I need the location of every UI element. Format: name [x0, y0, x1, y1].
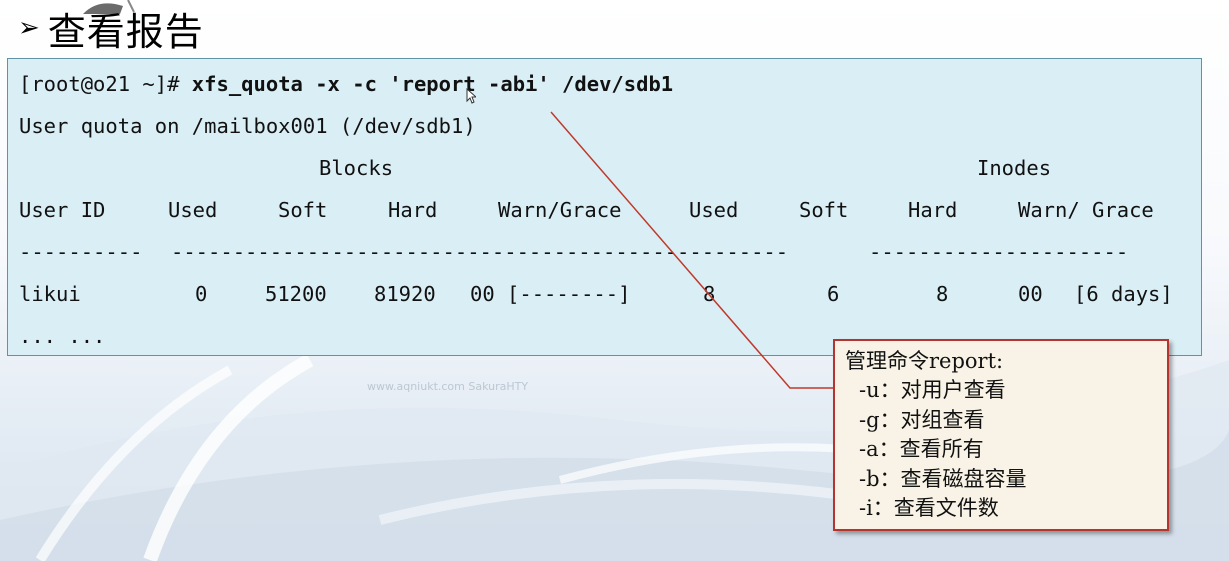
note-item-g: -g：对组查看 — [859, 407, 985, 432]
bullet-arrow-icon: ➢ — [18, 13, 40, 43]
row-blocks-hard: 81920 — [374, 282, 436, 306]
header-inodes-hard: Hard — [908, 198, 958, 222]
shell-prompt: [root@o21 ~]# — [19, 72, 192, 96]
page-title: 查看报告 — [47, 9, 204, 54]
row-inodes-hard: 8 — [936, 282, 949, 306]
header-inodes-soft: Soft — [799, 198, 849, 222]
header-blocks-soft: Soft — [278, 198, 328, 222]
quota-heading: User quota on /mailbox001 (/dev/sdb1) — [19, 114, 476, 138]
row-blocks-warn-grace: 00 [--------] — [470, 282, 631, 306]
note-item-a: -a：查看所有 — [859, 437, 984, 461]
watermark: www.aqniukt.com SakuraHTY — [367, 380, 529, 393]
row-blocks-soft: 51200 — [265, 282, 327, 306]
separator-user: ---------- — [19, 240, 143, 264]
note-item-i: -i：查看文件数 — [859, 496, 999, 520]
separator-inodes: --------------------- — [869, 240, 1129, 264]
header-blocks-used: Used — [168, 198, 218, 222]
header-blocks-warn-grace: Warn/Grace — [498, 198, 622, 222]
separator-blocks: ----------------------------------------… — [171, 240, 789, 264]
command-text: xfs_quota -x -c 'report -abi' /dev/sdb1 — [191, 72, 674, 96]
row-inodes-soft: 6 — [827, 282, 840, 306]
more-rows-ellipsis: ... ... — [19, 324, 106, 348]
note-title: 管理命令report: — [845, 349, 1004, 373]
header-user-id: User ID — [19, 198, 106, 222]
row-blocks-used: 0 — [195, 282, 208, 306]
slide-title: ➢ 查看报告 — [18, 2, 204, 54]
command-line: [root@o21 ~]# xfs_quota -x -c 'report -a… — [19, 69, 673, 99]
report-options-note: 管理命令report: -u：对用户查看 -g：对组查看 -a：查看所有 -b：… — [833, 339, 1169, 531]
row-user-id: likui — [19, 282, 81, 306]
row-inodes-used: 8 — [703, 282, 716, 306]
note-item-u: -u：对用户查看 — [859, 378, 1006, 402]
terminal-output-panel: [root@o21 ~]# xfs_quota -x -c 'report -a… — [7, 58, 1202, 356]
group-label-blocks: Blocks — [319, 156, 394, 180]
header-inodes-used: Used — [689, 198, 739, 222]
note-item-b: -b：查看磁盘容量 — [859, 466, 1027, 491]
mouse-cursor-icon — [466, 88, 476, 104]
row-inodes-warn: 00 — [1018, 282, 1043, 306]
header-blocks-hard: Hard — [388, 198, 438, 222]
header-inodes-warn-grace: Warn/ Grace — [1018, 198, 1154, 222]
row-inodes-grace: [6 days] — [1074, 282, 1173, 306]
group-label-inodes: Inodes — [977, 156, 1052, 180]
